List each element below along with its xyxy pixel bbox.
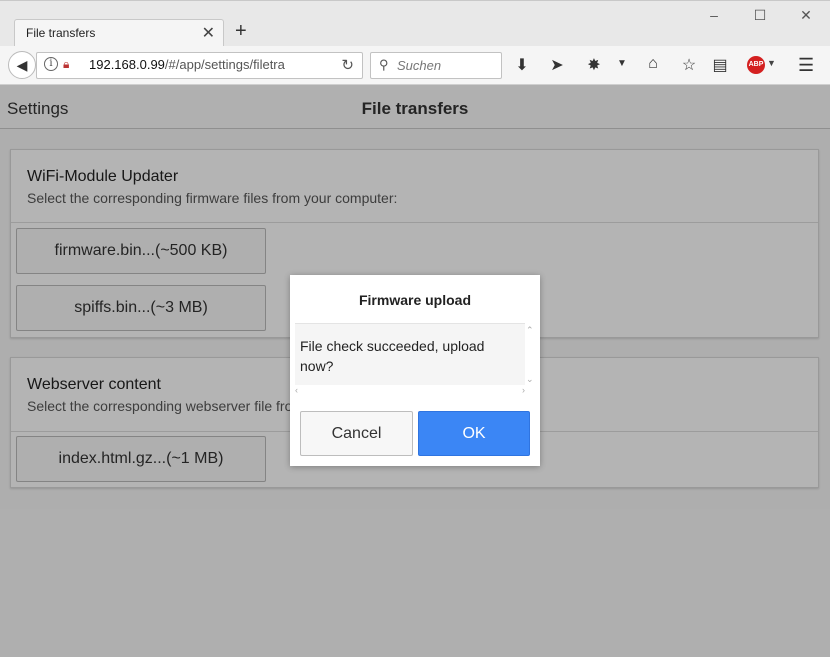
firmware-upload-dialog: Firmware upload File check succeeded, up… bbox=[290, 275, 540, 466]
horizontal-scrollbar[interactable]: ‹ › bbox=[295, 385, 525, 397]
browser-navbar: i 🔒︎ 192.168.0.99/#/app/settings/filetra… bbox=[0, 46, 830, 85]
search-icon: ⚲ bbox=[379, 57, 389, 72]
back-button[interactable]: ◀ bbox=[8, 51, 36, 79]
close-window-icon[interactable]: ✕ bbox=[796, 7, 816, 24]
browser-tab[interactable]: File transfers ✕ bbox=[14, 19, 224, 47]
extension-icon[interactable]: ✸ bbox=[583, 55, 605, 75]
scroll-up-icon[interactable]: ⌃ bbox=[526, 325, 534, 336]
adblock-menu-chevron-icon[interactable]: ▼ bbox=[767, 58, 776, 68]
dialog-message: File check succeeded, upload now? bbox=[300, 338, 485, 374]
close-tab-icon[interactable]: ✕ bbox=[202, 23, 215, 43]
send-icon[interactable]: ➤ bbox=[546, 55, 568, 75]
arrow-left-icon: ◀ bbox=[16, 56, 28, 73]
download-icon[interactable]: ⬇ bbox=[511, 55, 533, 75]
home-icon[interactable]: ⌂ bbox=[642, 55, 664, 73]
info-icon[interactable]: i bbox=[44, 57, 58, 71]
new-tab-icon[interactable]: + bbox=[235, 20, 247, 43]
chevron-down-icon[interactable]: ▼ bbox=[611, 58, 633, 69]
minimize-icon[interactable]: – bbox=[704, 7, 724, 23]
hamburger-menu-icon[interactable]: ☰ bbox=[798, 55, 814, 76]
browser-titlebar: File transfers ✕ + – ☐ ✕ bbox=[0, 0, 830, 47]
tab-title: File transfers bbox=[26, 26, 96, 40]
search-placeholder: Suchen bbox=[397, 58, 442, 73]
maximize-icon[interactable]: ☐ bbox=[750, 7, 770, 24]
dialog-title: Firmware upload bbox=[358, 292, 472, 308]
reload-icon[interactable]: ↻ bbox=[341, 56, 354, 74]
scroll-left-icon[interactable]: ‹ bbox=[295, 385, 298, 395]
insecure-lock-icon[interactable]: 🔒︎ bbox=[63, 57, 69, 72]
bookmark-star-icon[interactable]: ☆ bbox=[678, 55, 700, 75]
url-text[interactable]: 192.168.0.99/#/app/settings/filetra bbox=[89, 57, 285, 72]
dialog-message-area: File check succeeded, upload now? bbox=[295, 323, 525, 385]
adblock-icon[interactable]: ABP bbox=[747, 56, 765, 74]
scroll-down-icon[interactable]: ⌄ bbox=[526, 374, 534, 385]
url-path: /#/app/settings/filetra bbox=[164, 57, 285, 72]
search-input[interactable]: ⚲ Suchen bbox=[370, 52, 502, 79]
reading-list-icon[interactable]: ▤ bbox=[709, 55, 731, 75]
ok-button[interactable]: OK bbox=[418, 411, 530, 456]
url-host: 192.168.0.99 bbox=[89, 57, 165, 72]
cancel-button[interactable]: Cancel bbox=[300, 411, 413, 456]
url-bar[interactable]: i 🔒︎ 192.168.0.99/#/app/settings/filetra… bbox=[36, 52, 363, 79]
scroll-right-icon[interactable]: › bbox=[522, 385, 525, 395]
vertical-scrollbar[interactable]: ⌃ ⌄ bbox=[526, 325, 536, 385]
